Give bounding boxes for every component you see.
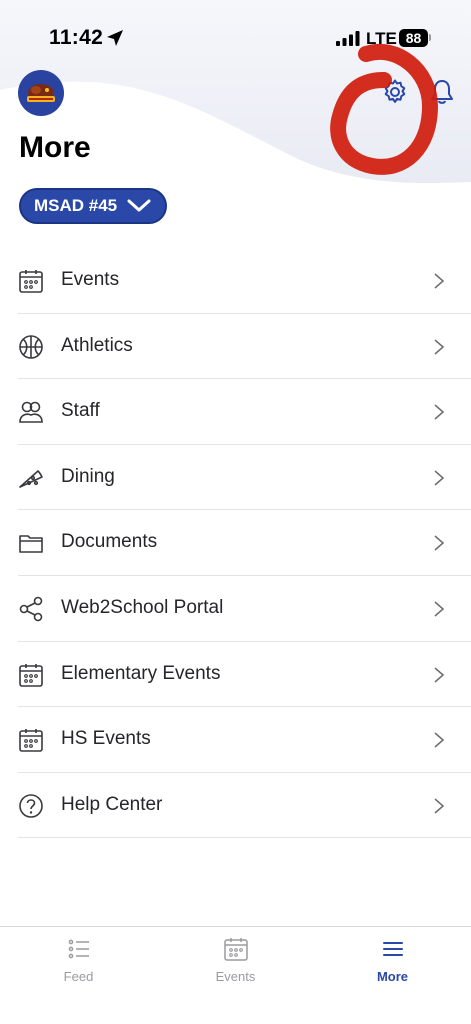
menu-icon: [382, 942, 403, 956]
tab-label: Feed: [63, 969, 94, 984]
bottom-tab-bar: Feed Events More: [0, 926, 471, 1024]
list-icon: [68, 939, 89, 959]
page-title: More: [19, 131, 91, 164]
menu-item-events[interactable]: Events: [18, 248, 471, 314]
menu-item-label: HS Events: [61, 728, 151, 750]
chevron-right-icon: [434, 338, 445, 355]
chevron-right-icon: [434, 404, 445, 420]
calendar-icon: [223, 938, 248, 961]
district-selector-label: MSAD #45: [34, 196, 118, 215]
menu-item-label: Web2School Portal: [61, 596, 224, 618]
tab-events[interactable]: Events: [157, 927, 314, 1024]
tab-label: More: [376, 969, 409, 984]
annotation-circle: [330, 43, 438, 175]
calendar-icon: [19, 729, 43, 752]
chevron-right-icon: [434, 666, 445, 683]
more-menu-list: Events Athletics Staff Dining Documents: [0, 248, 471, 839]
chevron-right-icon: [434, 798, 445, 814]
menu-item-staff[interactable]: Staff: [18, 379, 471, 445]
school-mascot-logo: [27, 84, 55, 102]
menu-item-elementary-events[interactable]: Elementary Events: [18, 642, 471, 708]
chevron-right-icon: [434, 732, 445, 748]
share-icon: [19, 596, 43, 622]
tab-feed[interactable]: Feed: [0, 927, 157, 1024]
menu-item-label: Athletics: [61, 334, 133, 356]
menu-item-web2school-portal[interactable]: Web2School Portal: [18, 576, 471, 642]
location-arrow-icon: [107, 30, 123, 46]
menu-item-hs-events[interactable]: HS Events: [18, 707, 471, 773]
calendar-icon: [19, 270, 43, 293]
menu-item-label: Events: [61, 269, 120, 290]
chevron-down-icon: [127, 199, 151, 212]
chevron-right-icon: [434, 470, 445, 486]
district-selector-button[interactable]: MSAD #45: [19, 188, 167, 224]
menu-item-label: Help Center: [61, 793, 163, 815]
menu-item-label: Elementary Events: [61, 662, 221, 684]
calendar-icon: [19, 663, 43, 687]
school-logo[interactable]: [18, 70, 64, 116]
status-time: 11:42: [49, 26, 104, 49]
menu-item-athletics[interactable]: Athletics: [18, 314, 471, 380]
menu-item-label: Dining: [61, 465, 115, 487]
chevron-right-icon: [434, 535, 445, 551]
question-circle-icon: [19, 793, 43, 818]
basketball-icon: [19, 334, 43, 359]
tab-more[interactable]: More: [314, 927, 471, 1024]
tab-label: Events: [215, 969, 256, 984]
menu-item-documents[interactable]: Documents: [18, 510, 471, 576]
folder-icon: [19, 535, 43, 554]
menu-item-label: Documents: [61, 531, 158, 553]
pizza-icon: [19, 469, 43, 488]
menu-item-help-center[interactable]: Help Center: [18, 773, 471, 839]
chevron-right-icon: [434, 273, 445, 289]
menu-item-label: Staff: [61, 400, 100, 422]
menu-item-dining[interactable]: Dining: [18, 445, 471, 511]
people-icon: [19, 401, 43, 423]
chevron-right-icon: [434, 601, 445, 617]
